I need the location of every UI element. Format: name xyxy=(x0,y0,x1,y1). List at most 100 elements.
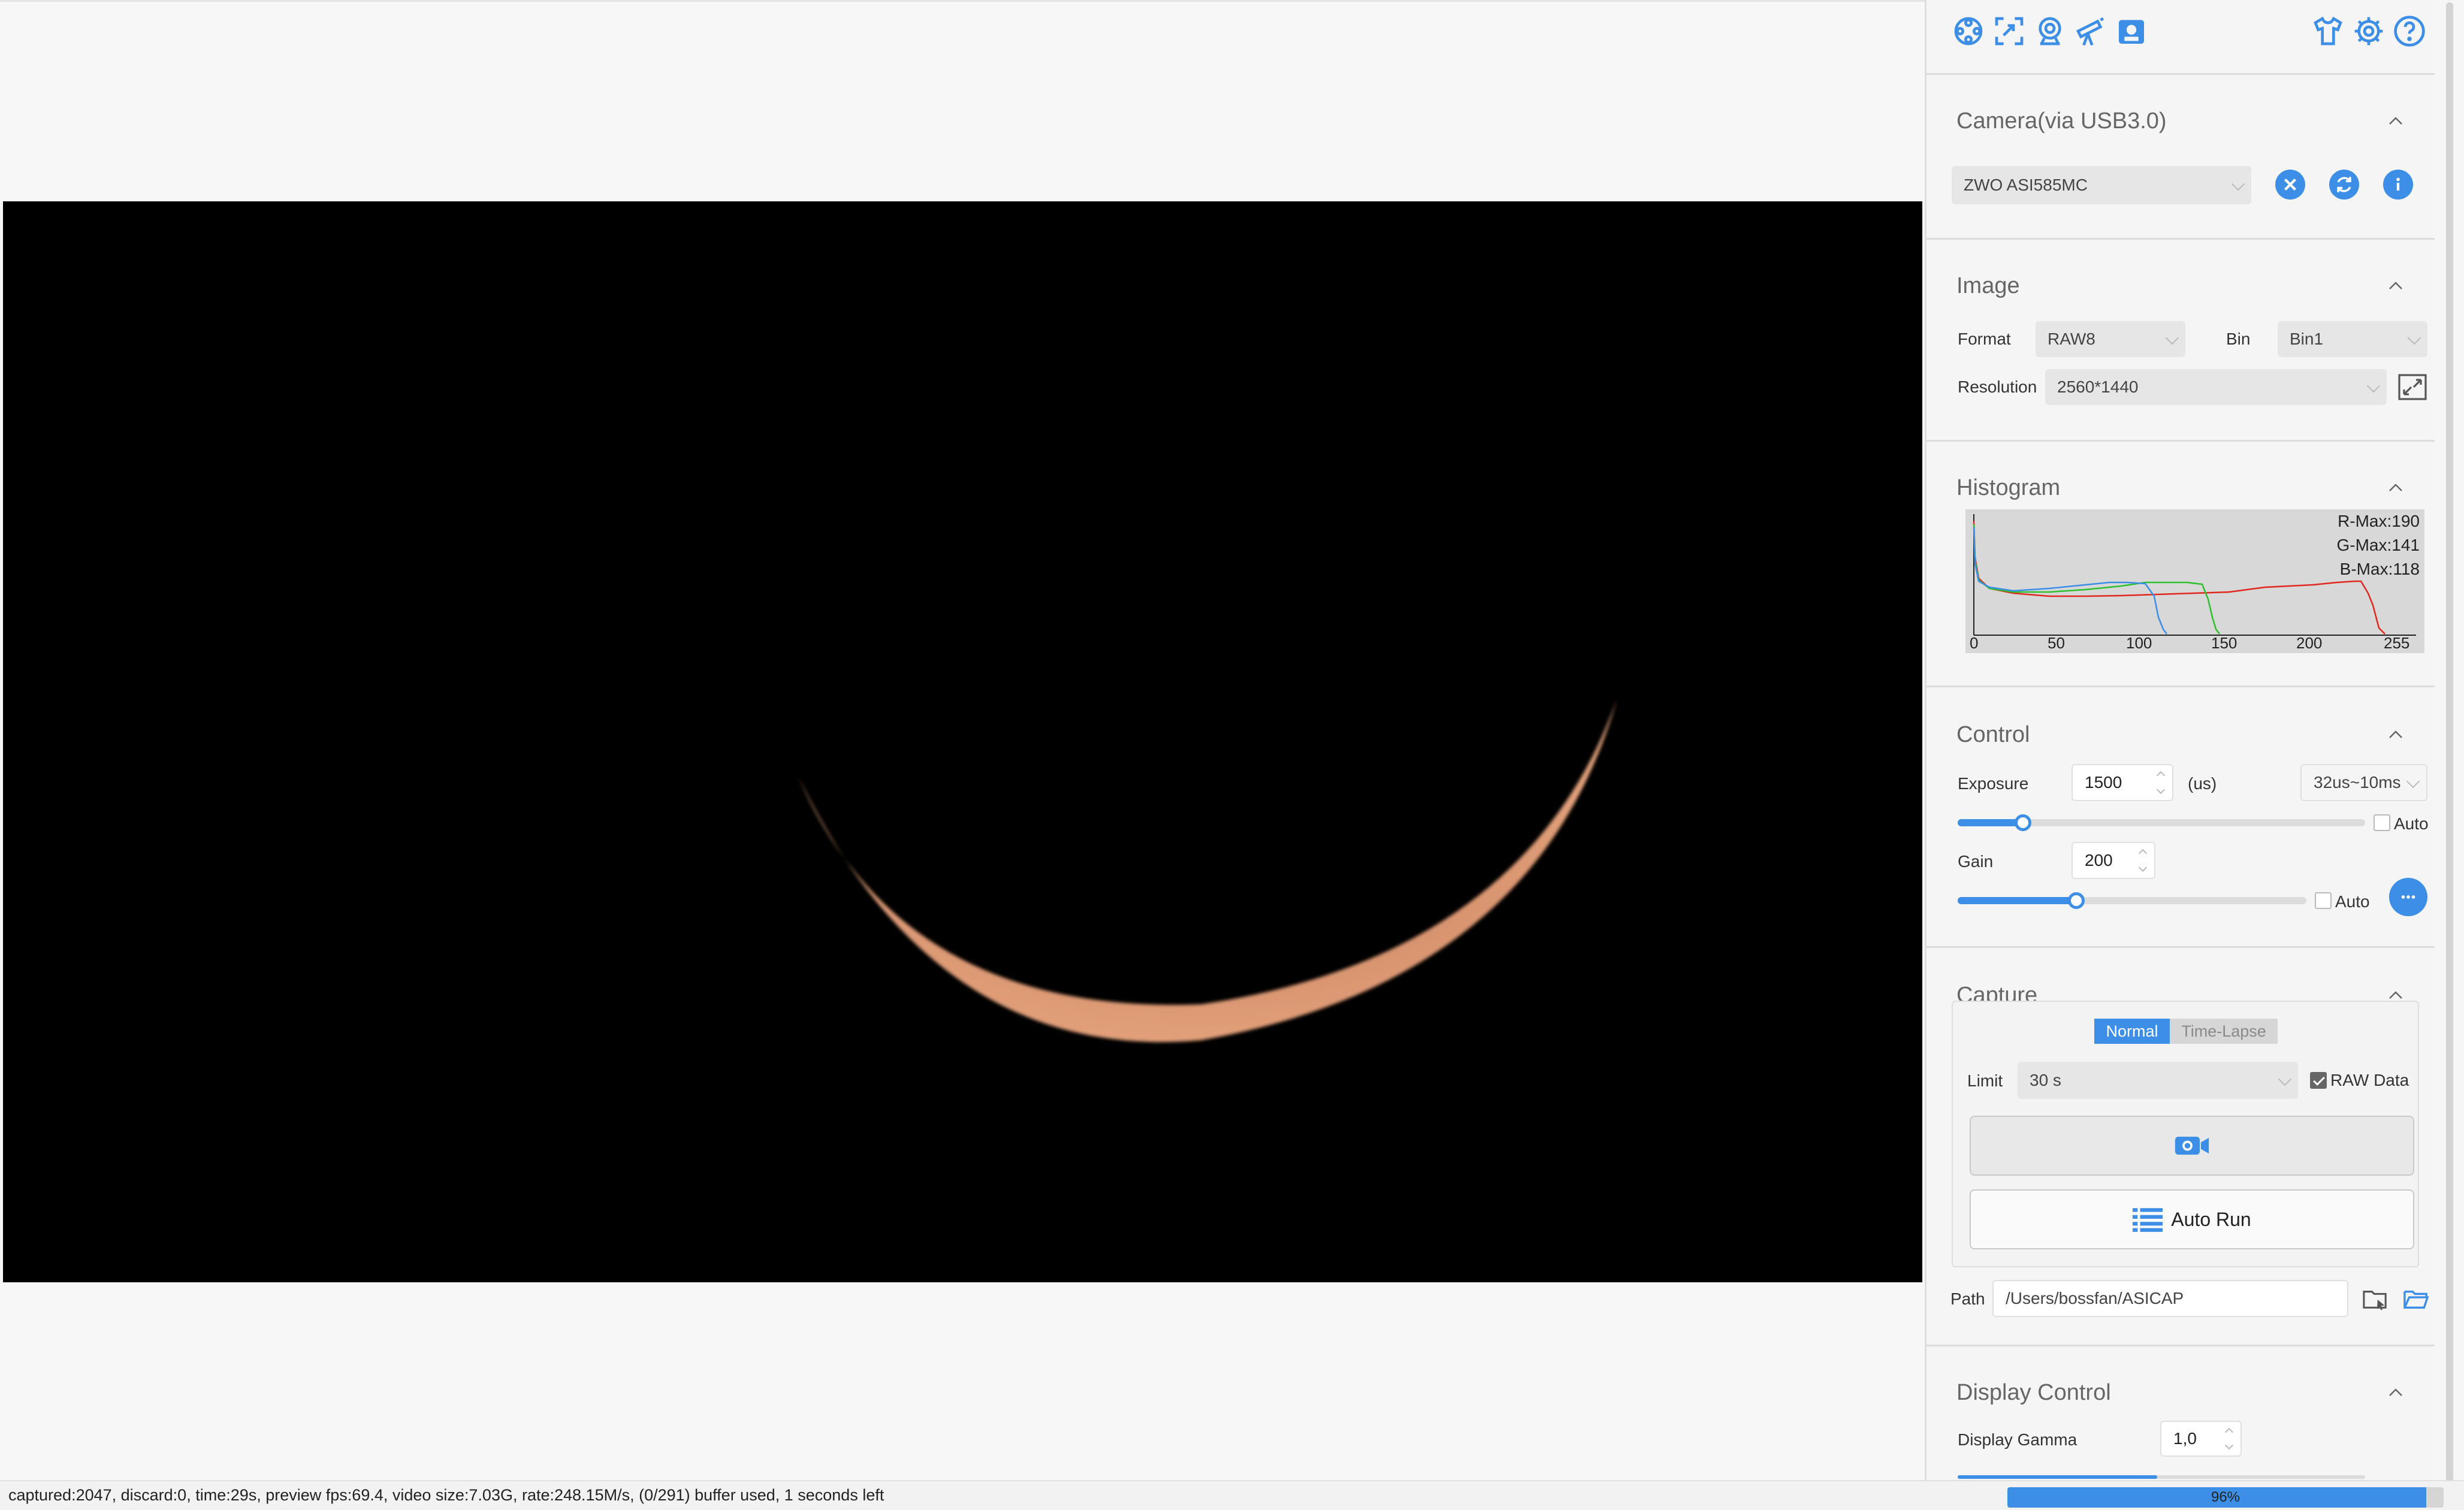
resolution-select[interactable]: 2560*1440 xyxy=(2045,369,2387,405)
display-gamma-input[interactable]: 1,0 xyxy=(2160,1421,2242,1457)
limit-select[interactable]: 30 s xyxy=(2018,1062,2298,1099)
help-icon[interactable] xyxy=(2393,14,2426,48)
histogram-tick: 255 xyxy=(2384,634,2410,652)
histogram-red-curve xyxy=(1973,521,2386,635)
bin-select[interactable]: Bin1 xyxy=(2278,321,2427,357)
histogram-g-max: G-Max:141 xyxy=(2336,536,2420,554)
bin-select-value: Bin1 xyxy=(2290,330,2324,348)
camera-section: Camera(via USB3.0) ZWO ASI585MC xyxy=(1926,75,2435,240)
status-bar: captured:2047, discard:0, time:29s, prev… xyxy=(0,1480,2464,1510)
close-icon xyxy=(2284,178,2297,191)
section-title-control: Control xyxy=(1956,722,2030,747)
collapse-control-chevron-icon[interactable] xyxy=(2387,726,2405,744)
exposure-range-value: 32us~10ms xyxy=(2314,773,2401,792)
video-camera-icon xyxy=(2175,1137,2209,1155)
collapse-image-chevron-icon[interactable] xyxy=(2387,277,2405,295)
crop-roi-icon[interactable] xyxy=(1992,14,2026,48)
capture-status-text: captured:2047, discard:0, time:29s, prev… xyxy=(8,1486,884,1504)
refresh-camera-button[interactable] xyxy=(2329,170,2359,200)
more-dots-icon xyxy=(2401,895,2415,899)
preview-area xyxy=(0,0,1925,1480)
exposure-slider[interactable] xyxy=(1958,814,2365,831)
exposure-range-select[interactable]: 32us~10ms xyxy=(2300,764,2427,801)
control-section: Control Exposure 1500 (us) 32us~10ms Aut… xyxy=(1926,687,2435,948)
camera-info-button[interactable] xyxy=(2383,170,2413,200)
auto-run-label: Auto Run xyxy=(2171,1208,2251,1230)
exposure-auto-label: Auto xyxy=(2394,814,2429,833)
histogram-tick: 100 xyxy=(2126,634,2152,652)
gain-slider[interactable] xyxy=(1958,892,2306,909)
record-video-button[interactable] xyxy=(1970,1116,2414,1176)
gain-label: Gain xyxy=(1958,852,1994,871)
exposure-auto-checkbox[interactable] xyxy=(2374,814,2390,831)
limit-label: Limit xyxy=(1967,1071,2003,1090)
gain-input[interactable]: 200 xyxy=(2072,842,2155,879)
camera-select-value: ZWO ASI585MC xyxy=(1964,176,2088,194)
auto-run-button[interactable]: Auto Run xyxy=(1970,1189,2414,1249)
camera-user-icon[interactable] xyxy=(2115,14,2148,48)
resolution-select-value: 2560*1440 xyxy=(2057,378,2139,396)
histogram-r-max: R-Max:190 xyxy=(2338,512,2420,530)
histogram-green-curve xyxy=(1973,524,2220,635)
section-title-camera: Camera(via USB3.0) xyxy=(1956,108,2167,134)
exposure-label: Exposure xyxy=(1958,774,2029,793)
toolbar xyxy=(1926,0,2435,75)
path-input[interactable]: /Users/bossfan/ASICAP xyxy=(1992,1280,2348,1317)
gain-auto-label: Auto xyxy=(2335,892,2370,911)
webcam-icon[interactable] xyxy=(2033,14,2067,48)
panel-scrollbar[interactable] xyxy=(2446,2,2453,1482)
preview-image[interactable] xyxy=(3,201,1922,1282)
gain-auto-checkbox[interactable] xyxy=(2315,892,2332,909)
collapse-camera-chevron-icon[interactable] xyxy=(2387,112,2405,130)
format-label: Format xyxy=(1958,330,2011,348)
control-panel: Camera(via USB3.0) ZWO ASI585MC Image Fo… xyxy=(1925,0,2435,1480)
exposure-input[interactable]: 1500 xyxy=(2072,764,2173,801)
gain-slider-fill xyxy=(1958,897,2076,904)
gear-icon[interactable] xyxy=(2352,14,2386,48)
tab-time-lapse[interactable]: Time-Lapse xyxy=(2170,1019,2278,1044)
tshirt-theme-icon[interactable] xyxy=(2311,14,2345,48)
buffer-progress-bar: 96% xyxy=(2007,1487,2444,1508)
display-gamma-value: 1,0 xyxy=(2173,1429,2197,1448)
display-gamma-slider-fill xyxy=(1958,1475,2158,1479)
section-title-histogram: Histogram xyxy=(1956,475,2061,500)
tab-normal[interactable]: Normal xyxy=(2094,1019,2170,1044)
path-label: Path xyxy=(1950,1289,1985,1308)
gain-value: 200 xyxy=(2085,851,2113,869)
format-select[interactable]: RAW8 xyxy=(2036,321,2185,357)
select-folder-icon[interactable] xyxy=(2362,1286,2389,1311)
target-icon[interactable] xyxy=(1952,14,1985,48)
histogram-tick: 150 xyxy=(2211,634,2237,652)
exposure-value: 1500 xyxy=(2085,773,2122,792)
histogram-blue-curve xyxy=(1973,527,2167,635)
resolution-label: Resolution xyxy=(1958,378,2037,396)
gain-slider-knob[interactable] xyxy=(2067,892,2085,909)
histogram-b-max: B-Max:118 xyxy=(2339,560,2420,578)
image-section: Image Format RAW8 Bin Bin1 Resolution 25… xyxy=(1926,240,2435,442)
exposure-unit: (us) xyxy=(2188,774,2217,793)
bin-label: Bin xyxy=(2226,330,2251,348)
display-gamma-slider[interactable] xyxy=(1958,1475,2365,1479)
raw-data-label: RAW Data xyxy=(2330,1071,2409,1089)
fullscreen-icon[interactable] xyxy=(2397,374,2427,400)
progress-label: 96% xyxy=(2211,1489,2240,1505)
histogram-tick: 50 xyxy=(2048,634,2065,652)
exposure-slider-knob[interactable] xyxy=(2014,814,2031,831)
display-control-section: Display Control Display Gamma 1,0 xyxy=(1926,1346,2435,1480)
info-icon xyxy=(2396,177,2400,191)
histogram-plot xyxy=(1973,514,2416,636)
telescope-icon[interactable] xyxy=(2074,14,2107,48)
open-folder-icon[interactable] xyxy=(2402,1286,2430,1311)
disconnect-camera-button[interactable] xyxy=(2275,170,2305,200)
path-input-value: /Users/bossfan/ASICAP xyxy=(2006,1289,2184,1307)
display-gamma-label: Display Gamma xyxy=(1958,1430,2078,1449)
collapse-histogram-chevron-icon[interactable] xyxy=(2387,479,2405,497)
more-controls-button[interactable] xyxy=(2389,878,2427,916)
histogram-chart: R-Max:190 G-Max:141 B-Max:118 0 50 100 1… xyxy=(1965,509,2424,653)
camera-select[interactable]: ZWO ASI585MC xyxy=(1952,166,2251,204)
list-icon xyxy=(2133,1208,2163,1232)
histogram-tick: 0 xyxy=(1970,634,1979,652)
raw-data-checkbox[interactable] xyxy=(2310,1072,2327,1089)
section-title-image: Image xyxy=(1956,273,2020,298)
collapse-display-chevron-icon[interactable] xyxy=(2387,1384,2405,1402)
